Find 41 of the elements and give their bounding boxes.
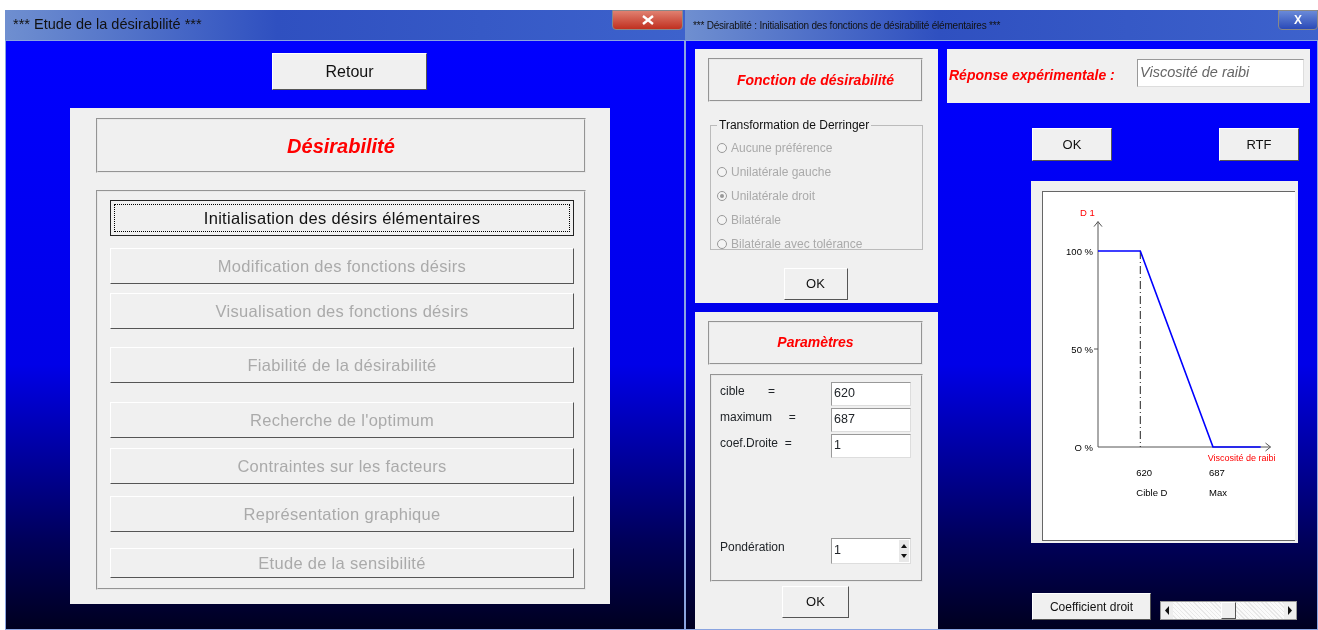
field-label: maximum =	[720, 408, 796, 426]
text-field[interactable]: 620	[831, 381, 911, 406]
field-label: cible =	[720, 382, 776, 400]
field-label: Pondération	[720, 538, 785, 556]
text-field[interactable]: 687	[831, 407, 911, 432]
axis-title: Viscosité de raibi	[1207, 453, 1276, 463]
text-field[interactable]: 1	[831, 433, 911, 458]
close-button[interactable]: X	[1278, 10, 1318, 30]
tick-mark	[1093, 348, 1099, 350]
annotation-label: Cible D	[1136, 487, 1168, 498]
spin-field[interactable]: 1	[831, 537, 911, 564]
scroll-left-icon[interactable]	[1161, 602, 1173, 619]
axis-title: D 1	[1080, 206, 1095, 218]
tick-label: 687	[1209, 467, 1225, 478]
tick-label: 50 %	[1071, 344, 1093, 355]
window-title: *** Etude de la désirabilité ***	[13, 15, 202, 35]
action-button[interactable]: RTF	[1219, 128, 1299, 161]
window-title: *** Désirablité : Initialisation des fonctions de désirabilité élémentaires ***	[693, 18, 1001, 33]
scroll-right-icon[interactable]	[1284, 602, 1296, 619]
response-field[interactable]: Viscosité de raibi	[1137, 59, 1304, 87]
panel-heading: Paramètres	[708, 320, 923, 365]
menu-button[interactable]: Initialisation des désirs élémentaires	[110, 200, 574, 236]
response-label: Réponse expérimentale :	[949, 65, 1115, 85]
ok-button[interactable]: OK	[783, 268, 848, 300]
tick-label: O %	[1074, 442, 1093, 453]
close-icon[interactable]	[640, 15, 655, 25]
group-label: Transformation de Derringer	[718, 118, 871, 132]
panel-heading: Désirabilité	[96, 118, 586, 173]
field-label: coef.Droite =	[720, 434, 792, 452]
coefficient-button[interactable]: Coefficient droit	[1032, 593, 1151, 620]
tick-label: 100 %	[1066, 246, 1093, 257]
spin-arrows-icon[interactable]	[899, 539, 909, 562]
close-button[interactable]	[612, 10, 683, 30]
panel-heading: Fonction de désirabilité	[708, 58, 923, 102]
action-button[interactable]: OK	[1032, 128, 1112, 161]
tick-label: 620	[1136, 467, 1153, 478]
back-button[interactable]: Retour	[272, 53, 427, 90]
ok-button[interactable]: OK	[782, 585, 849, 618]
slider-thumb[interactable]	[1221, 602, 1236, 619]
scrollbar[interactable]	[1160, 601, 1297, 620]
annotation-label: Max	[1209, 487, 1227, 498]
